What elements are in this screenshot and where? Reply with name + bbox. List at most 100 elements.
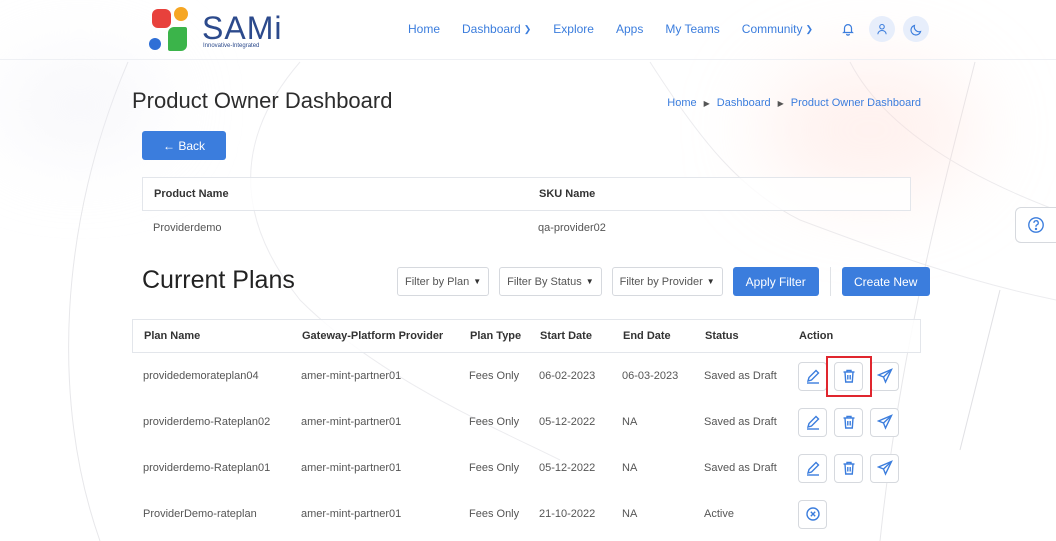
provider-cell: amer-mint-partner01 (301, 508, 402, 520)
start-date-cell: 21-10-2022 (539, 508, 596, 520)
header-plan-type: Plan Type (470, 330, 522, 342)
delete-button[interactable] (834, 407, 863, 437)
action-cell (798, 499, 921, 529)
plans-table-body: providedemorateplan04 amer-mint-partner01… (132, 353, 921, 537)
send-button[interactable] (870, 407, 899, 437)
header-status: Status (705, 330, 739, 342)
brand-name: SAMi (202, 10, 283, 46)
status-cell: Saved as Draft (704, 370, 777, 382)
breadcrumb-dashboard[interactable]: Dashboard (717, 97, 771, 109)
plan-name-cell: providerdemo-Rateplan01 (143, 462, 271, 474)
nav-explore[interactable]: Explore (553, 22, 594, 36)
trash-icon (841, 368, 857, 384)
help-icon[interactable] (1015, 207, 1056, 243)
plans-table-header: Plan Name Gateway-Platform Provider Plan… (132, 319, 921, 353)
plan-name-cell: providerdemo-Rateplan02 (143, 416, 271, 428)
end-date-cell: NA (622, 462, 638, 474)
send-icon (876, 368, 893, 384)
edit-icon (805, 414, 821, 430)
status-cell: Saved as Draft (704, 462, 777, 474)
brand-tagline: Innovative-Integrated (203, 43, 260, 49)
status-cell: Saved as Draft (704, 416, 777, 428)
logo-dot-blue (149, 38, 161, 50)
end-date-cell: NA (622, 416, 638, 428)
header-action: Action (799, 330, 834, 342)
provider-cell: amer-mint-partner01 (301, 370, 402, 382)
create-new-button[interactable]: Create New (841, 267, 930, 296)
divider (829, 267, 831, 296)
sku-name-value: qa-provider02 (538, 222, 606, 234)
product-row: Providerdemo qa-provider02 (142, 211, 911, 245)
logo-dot-red (152, 9, 171, 28)
end-date-cell: 06-03-2023 (622, 370, 679, 382)
breadcrumb-home[interactable]: Home (667, 97, 696, 109)
start-date-cell: 06-02-2023 (539, 370, 596, 382)
action-cell (798, 453, 921, 483)
filter-by-provider-select[interactable]: Filter by Provider ▼ (611, 267, 723, 296)
caret-down-icon: ▼ (473, 277, 482, 286)
action-cell (798, 361, 921, 391)
plan-type-cell: Fees Only (469, 416, 520, 428)
product-info-table: Product Name SKU Name Providerdemo qa-pr… (142, 177, 911, 245)
filter-by-plan-select[interactable]: Filter by Plan ▼ (397, 267, 490, 296)
product-name-value: Providerdemo (153, 222, 222, 234)
header-sku-name: SKU Name (539, 188, 596, 200)
delete-button[interactable] (834, 453, 863, 483)
breadcrumb-current[interactable]: Product Owner Dashboard (791, 97, 921, 109)
send-button[interactable] (870, 453, 899, 483)
provider-cell: amer-mint-partner01 (301, 416, 402, 428)
edit-icon (805, 460, 821, 476)
header-plan-name: Plan Name (144, 330, 201, 342)
sami-logo[interactable]: SAMi Innovative-Integrated (148, 7, 281, 53)
start-date-cell: 05-12-2022 (539, 416, 596, 428)
user-icon[interactable] (869, 16, 896, 42)
main-nav: Home Dashboard ❯ Explore Apps My Teams Co… (408, 0, 937, 58)
plan-name-cell: ProviderDemo-rateplan (143, 508, 257, 520)
product-table-header: Product Name SKU Name (142, 177, 911, 211)
nav-community[interactable]: Community ❯ (742, 22, 813, 36)
cancel-plan-button[interactable] (798, 499, 827, 529)
caret-right-icon: ▶ (703, 98, 710, 108)
apply-filter-button[interactable]: Apply Filter (732, 267, 819, 296)
logo-block-green (168, 27, 187, 51)
filter-by-status-select[interactable]: Filter By Status ▼ (499, 267, 602, 296)
filter-bar: Filter by Plan ▼ Filter By Status ▼ Filter… (397, 267, 930, 296)
current-plans-title: Current Plans (142, 266, 295, 294)
edit-button[interactable] (798, 361, 827, 391)
table-row: providerdemo-Rateplan01 amer-mint-partner… (132, 445, 921, 491)
nav-my-teams[interactable]: My Teams (665, 22, 719, 36)
plans-table: Plan Name Gateway-Platform Provider Plan… (132, 319, 921, 537)
nav-apps[interactable]: Apps (616, 22, 643, 36)
header-product-name: Product Name (154, 188, 229, 200)
chevron-down-icon: ❯ (805, 23, 814, 34)
send-icon (876, 414, 893, 430)
edit-button[interactable] (798, 453, 827, 483)
table-row: ProviderDemo-rateplan amer-mint-partner01… (132, 491, 921, 537)
plan-type-cell: Fees Only (469, 370, 520, 382)
action-cell (798, 407, 921, 437)
header-end-date: End Date (623, 330, 671, 342)
chevron-down-icon: ❯ (523, 23, 532, 34)
page-title: Product Owner Dashboard (132, 88, 393, 113)
bell-icon[interactable] (835, 16, 861, 42)
nav-dashboard[interactable]: Dashboard ❯ (462, 22, 531, 36)
delete-button[interactable] (834, 361, 863, 391)
send-button[interactable] (870, 361, 899, 391)
caret-down-icon: ▼ (706, 277, 715, 286)
header-provider: Gateway-Platform Provider (302, 330, 444, 342)
nav-home[interactable]: Home (408, 22, 440, 36)
cancel-circle-icon (805, 506, 821, 522)
table-row: providerdemo-Rateplan02 amer-mint-partner… (132, 399, 921, 445)
plan-type-cell: Fees Only (469, 462, 520, 474)
breadcrumb: Home ▶ Dashboard ▶ Product Owner Dashboa… (667, 97, 921, 109)
moon-icon[interactable] (903, 16, 930, 42)
send-icon (876, 460, 893, 476)
plan-type-cell: Fees Only (469, 508, 520, 520)
header-start-date: Start Date (540, 330, 592, 342)
edit-button[interactable] (798, 407, 827, 437)
logo-dot-orange (174, 7, 188, 21)
end-date-cell: NA (622, 508, 638, 520)
caret-right-icon: ▶ (777, 98, 784, 108)
table-row: providedemorateplan04 amer-mint-partner01… (132, 353, 921, 399)
back-button[interactable]: ← Back (142, 131, 226, 160)
